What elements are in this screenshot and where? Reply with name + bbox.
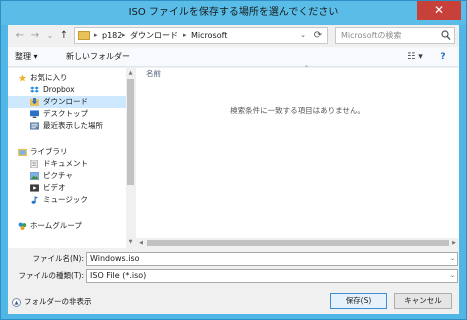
homegroup-icon — [18, 222, 27, 230]
sidebar-item-label: お気に入り — [30, 73, 68, 82]
file-list-horizontal-scrollbar[interactable]: ◀ ▶ — [136, 238, 459, 248]
new-folder-button[interactable]: 新しいフォルダー — [66, 47, 130, 67]
sidebar-item-music[interactable]: ミュージック — [8, 194, 126, 206]
library-icon — [18, 148, 27, 156]
hide-folders-label: フォルダーの非表示 — [24, 297, 92, 306]
hide-folders-toggle[interactable]: ▲ フォルダーの非表示 — [12, 296, 92, 308]
filetype-label: ファイルの種類(T): — [18, 271, 84, 280]
sidebar-item-label: Dropbox — [43, 85, 75, 94]
filetype-value: ISO File (*.iso) — [90, 271, 147, 280]
downloads-folder-icon — [30, 98, 39, 106]
title-bar[interactable]: ISO ファイルを保存する場所を選んでください ✕ — [1, 1, 466, 25]
chevron-down-icon[interactable]: ⌄ — [450, 270, 455, 282]
sidebar-item-downloads[interactable]: ダウンロード — [8, 96, 126, 108]
chevron-down-icon[interactable]: ⌄ — [450, 253, 455, 265]
scrollbar-thumb[interactable] — [147, 240, 449, 246]
dropbox-icon — [30, 86, 39, 93]
sidebar-item-label: ミュージック — [43, 195, 88, 204]
sidebar-item-pictures[interactable]: ピクチャ — [8, 170, 126, 182]
address-dropdown-icon[interactable]: ⌄ — [297, 28, 309, 43]
navigation-pane: お気に入り Dropbox ダウンロード デスクトップ 最近表示した場所 ライブ… — [8, 68, 126, 248]
crumb-separator-icon: ▸ — [94, 31, 98, 39]
dialog-body: ← → ⌄ ↑ ▸ p182 ▸ ダウンロード ▸ Microsoft ⌄ ⟳ … — [8, 25, 459, 314]
back-button[interactable]: ← — [13, 28, 27, 44]
close-button[interactable]: ✕ — [417, 1, 461, 20]
sidebar-item-desktop[interactable]: デスクトップ — [8, 108, 126, 120]
sidebar-item-favorites[interactable]: お気に入り — [8, 72, 126, 84]
videos-icon — [30, 184, 39, 192]
filetype-select[interactable]: ISO File (*.iso) ⌄ — [86, 269, 458, 283]
breadcrumb-downloads[interactable]: ダウンロード — [130, 28, 178, 43]
sidebar-item-label: ライブラリ — [30, 147, 68, 156]
refresh-icon[interactable]: ⟳ — [311, 28, 325, 43]
recent-places-icon — [30, 122, 39, 130]
sidebar-item-label: 最近表示した場所 — [43, 121, 103, 130]
scroll-up-icon[interactable]: ▲ — [126, 69, 135, 78]
file-list[interactable]: 名前 ^ 検索条件に一致する項目はありません。 — [136, 65, 459, 238]
desktop-icon — [30, 110, 39, 118]
music-icon — [31, 196, 39, 204]
crumb-separator-icon: ▸ — [122, 31, 126, 39]
search-icon[interactable] — [441, 30, 451, 41]
collapse-icon: ▲ — [12, 297, 21, 307]
address-bar[interactable]: ▸ p182 ▸ ダウンロード ▸ Microsoft ⌄ ⟳ — [74, 27, 328, 44]
recent-locations-button[interactable]: ⌄ — [43, 28, 57, 44]
sidebar-item-label: ダウンロード — [43, 97, 88, 106]
scroll-left-icon[interactable]: ◀ — [136, 238, 146, 248]
scrollbar-thumb[interactable] — [127, 79, 134, 185]
save-button[interactable]: 保存(S) — [330, 293, 387, 309]
help-icon[interactable]: ? — [435, 47, 451, 67]
sort-ascending-icon: ^ — [304, 65, 310, 72]
forward-button[interactable]: → — [28, 28, 42, 44]
sidebar-item-recent-places[interactable]: 最近表示した場所 — [8, 120, 126, 132]
folder-icon — [78, 31, 90, 40]
up-button[interactable]: ↑ — [57, 28, 71, 44]
empty-results-message: 検索条件に一致する項目はありません。 — [230, 106, 365, 115]
cancel-button[interactable]: キャンセル — [394, 293, 452, 309]
filename-value: Windows.iso — [90, 254, 140, 263]
breadcrumb-p182[interactable]: p182 — [102, 28, 122, 43]
command-bar: 整理 ▾ 新しいフォルダー ☷ ▾ ? — [8, 47, 459, 67]
sidebar-item-label: ピクチャ — [43, 171, 73, 180]
sidebar-item-label: デスクトップ — [43, 109, 88, 118]
view-options-icon[interactable]: ☷ ▾ — [402, 47, 428, 67]
column-header-name[interactable]: 名前 — [146, 68, 161, 80]
pictures-icon — [30, 172, 39, 180]
save-fields: ファイル名(N): Windows.iso ⌄ ファイルの種類(T): ISO … — [8, 248, 459, 290]
star-icon — [18, 74, 27, 82]
sidebar-item-label: ホームグループ — [30, 221, 82, 230]
crumb-separator-icon: ▸ — [183, 31, 187, 39]
sidebar-item-videos[interactable]: ビデオ — [8, 182, 126, 194]
sidebar-item-homegroup[interactable]: ホームグループ — [8, 220, 126, 232]
sidebar-item-dropbox[interactable]: Dropbox — [8, 84, 126, 96]
navigation-pane-scrollbar[interactable]: ▲ ▼ — [126, 68, 135, 248]
sidebar-item-label: ドキュメント — [43, 159, 88, 168]
sidebar-item-documents[interactable]: ドキュメント — [8, 158, 126, 170]
search-placeholder: Microsoftの検索 — [341, 31, 402, 40]
dialog-footer: ▲ フォルダーの非表示 保存(S) キャンセル — [8, 290, 459, 314]
breadcrumb-microsoft[interactable]: Microsoft — [191, 28, 227, 43]
organize-button[interactable]: 整理 ▾ — [15, 47, 38, 67]
scroll-right-icon[interactable]: ▶ — [449, 238, 459, 248]
navigation-bar: ← → ⌄ ↑ ▸ p182 ▸ ダウンロード ▸ Microsoft ⌄ ⟳ … — [8, 25, 459, 47]
search-box[interactable]: Microsoftの検索 — [335, 27, 455, 44]
scroll-down-icon[interactable]: ▼ — [126, 238, 135, 247]
documents-icon — [30, 160, 38, 168]
filename-label: ファイル名(N): — [32, 254, 85, 263]
dialog-title: ISO ファイルを保存する場所を選んでください — [128, 7, 339, 18]
filename-input[interactable]: Windows.iso ⌄ — [86, 252, 458, 266]
sidebar-item-libraries[interactable]: ライブラリ — [8, 146, 126, 158]
save-dialog-window: ISO ファイルを保存する場所を選んでください ✕ ← → ⌄ ↑ ▸ p182… — [0, 0, 467, 320]
sidebar-item-label: ビデオ — [43, 183, 66, 192]
